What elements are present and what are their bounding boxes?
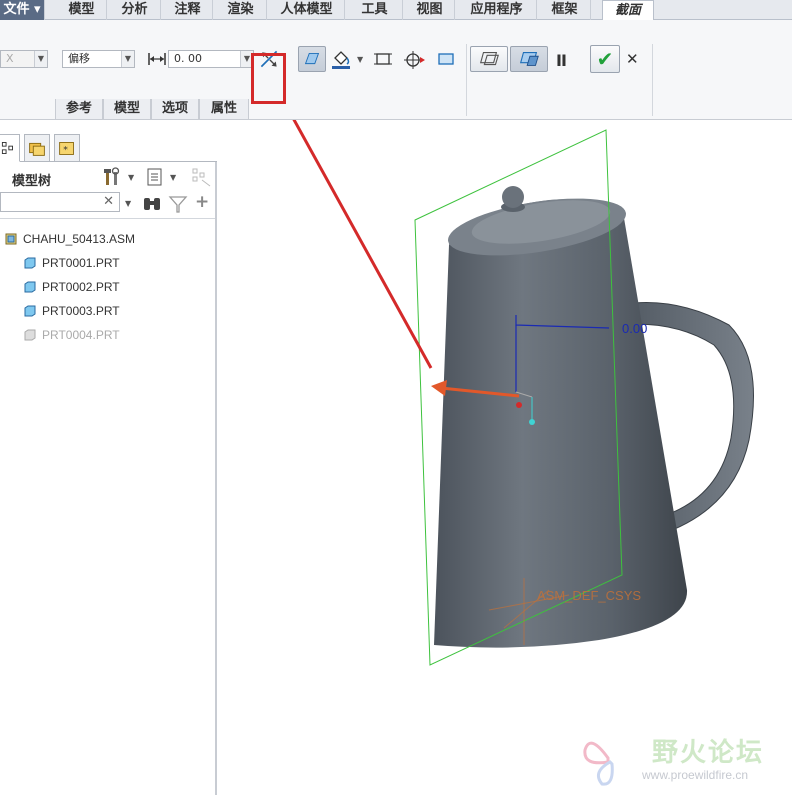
offset-value-field[interactable]: 0. 00 ▼ [168, 50, 254, 68]
part-icon [24, 281, 36, 293]
tab-file[interactable]: 文件 ▾ [0, 0, 45, 20]
watermark-title: 野火论坛 [652, 738, 765, 768]
chevron-down-icon: ▼ [121, 51, 134, 67]
filter-funnel-icon[interactable] [167, 193, 189, 215]
confirm-button[interactable]: ✔ [590, 45, 620, 73]
tab-tools[interactable]: 工具 [347, 0, 403, 20]
section-type-combo[interactable]: 偏移 ▼ [62, 50, 135, 68]
ribbon: X ▼ 偏移 ▼ 0. 00 ▼ ▼ II ✔ ✕ 参考 模型 选项 属性 [0, 20, 792, 120]
add-filter-button[interactable]: + [195, 192, 209, 212]
offset-distance-icon [146, 48, 168, 70]
section-preview-icon[interactable] [435, 48, 457, 70]
butterfly-logo-icon [583, 741, 614, 786]
clear-search-icon[interactable]: ✕ [103, 194, 114, 209]
subtab-options[interactable]: 选项 [151, 99, 199, 119]
highlight-box [251, 53, 286, 104]
chevron-down-icon[interactable]: ▼ [125, 199, 131, 208]
chevron-down-icon[interactable]: ▼ [170, 173, 176, 182]
subtab-model[interactable]: 模型 [103, 99, 151, 119]
tab-view[interactable]: 视图 [405, 0, 455, 20]
subtab-references[interactable]: 参考 [55, 99, 103, 119]
watermark-url: www.proewildfire.cn [642, 768, 749, 782]
trim-region-icon[interactable] [372, 48, 394, 70]
tree-search-input[interactable]: ✕ [0, 192, 120, 212]
tab-annotate[interactable]: 注释 [163, 0, 213, 20]
model-tree-panel: 模型树 ▼ ▼ ✕ ▼ + CHAHU_50413.ASM PRT0001.PR… [0, 162, 217, 795]
tab-model-tree[interactable] [0, 134, 20, 162]
dimension-value-label[interactable]: 0.00 [622, 321, 647, 336]
ribbon-separator [466, 44, 467, 116]
axis-combo[interactable]: X ▼ [0, 50, 48, 68]
ribbon-separator [652, 44, 653, 116]
tab-model[interactable]: 模型 [57, 0, 107, 20]
part-icon [24, 329, 36, 341]
subtab-properties[interactable]: 属性 [199, 99, 249, 119]
chevron-down-icon[interactable]: ▼ [357, 55, 363, 64]
tab-section[interactable]: 截面 [602, 0, 654, 21]
part-icon [24, 305, 36, 317]
tree-filter-disabled-icon [190, 166, 212, 188]
pause-button[interactable]: II [556, 51, 567, 70]
tab-applications[interactable]: 应用程序 [457, 0, 537, 20]
binoculars-icon[interactable] [141, 193, 163, 215]
tab-favorites[interactable]: * [54, 134, 80, 162]
show-plane-button[interactable] [298, 46, 326, 72]
csys-label: ASM_DEF_CSYS [537, 588, 642, 603]
graphics-viewport[interactable]: 0.00 ASM_DEF_CSYS [219, 120, 792, 795]
chevron-down-icon: ▼ [34, 51, 47, 67]
show-interference-button[interactable] [470, 46, 508, 72]
model-tree-title: 模型树 [12, 174, 52, 189]
tab-folder-browser[interactable] [24, 134, 50, 162]
forum-watermark: 野火论坛 www.proewildfire.cn [580, 728, 790, 790]
tab-analysis[interactable]: 分析 [109, 0, 161, 20]
drag-handle-icon[interactable] [403, 48, 425, 70]
app-window: 文件 ▾ 模型 分析 注释 渲染 人体模型 工具 视图 应用程序 框架 截面 X… [0, 0, 792, 795]
navigator-tabs: * [0, 134, 217, 162]
tab-framework[interactable]: 框架 [539, 0, 591, 20]
settings-tools-icon[interactable] [102, 166, 124, 188]
tree-divider [0, 218, 215, 219]
paint-bucket-icon[interactable] [330, 48, 352, 70]
assembly-icon [5, 233, 17, 245]
tab-render[interactable]: 渲染 [215, 0, 267, 20]
chevron-down-icon[interactable]: ▼ [128, 173, 134, 182]
show-list-icon[interactable] [144, 166, 166, 188]
tab-manikin[interactable]: 人体模型 [269, 0, 345, 20]
teapot-model [292, 120, 754, 666]
menu-bar: 文件 ▾ 模型 分析 注释 渲染 人体模型 工具 视图 应用程序 框架 截面 [0, 0, 792, 21]
section-view-button[interactable] [510, 46, 548, 72]
cancel-button[interactable]: ✕ [626, 50, 639, 68]
svg-text:*: * [63, 145, 68, 156]
part-icon [24, 257, 36, 269]
